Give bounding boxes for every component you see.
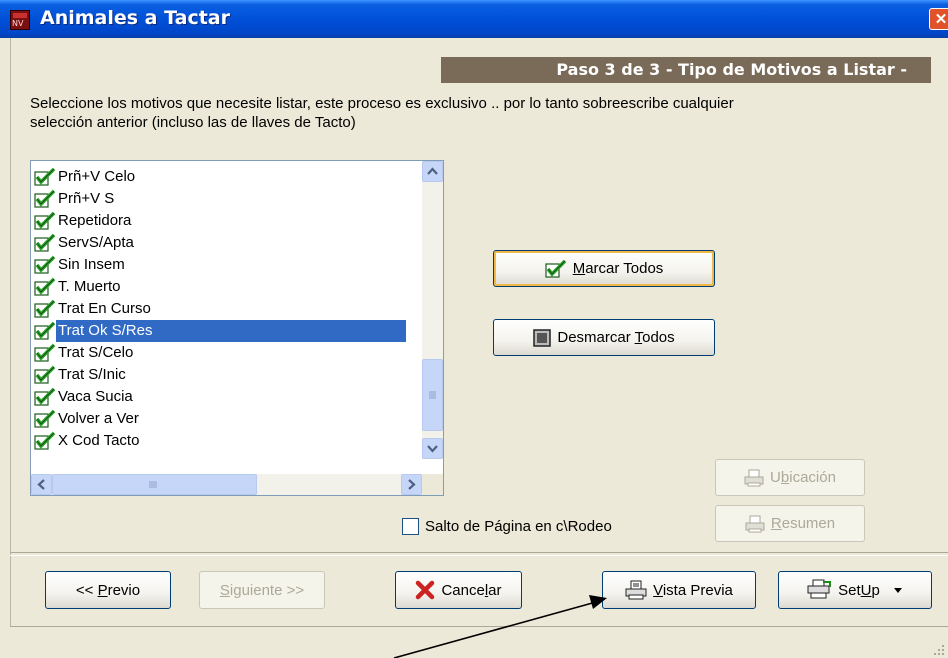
annotation-arrow — [393, 595, 607, 658]
